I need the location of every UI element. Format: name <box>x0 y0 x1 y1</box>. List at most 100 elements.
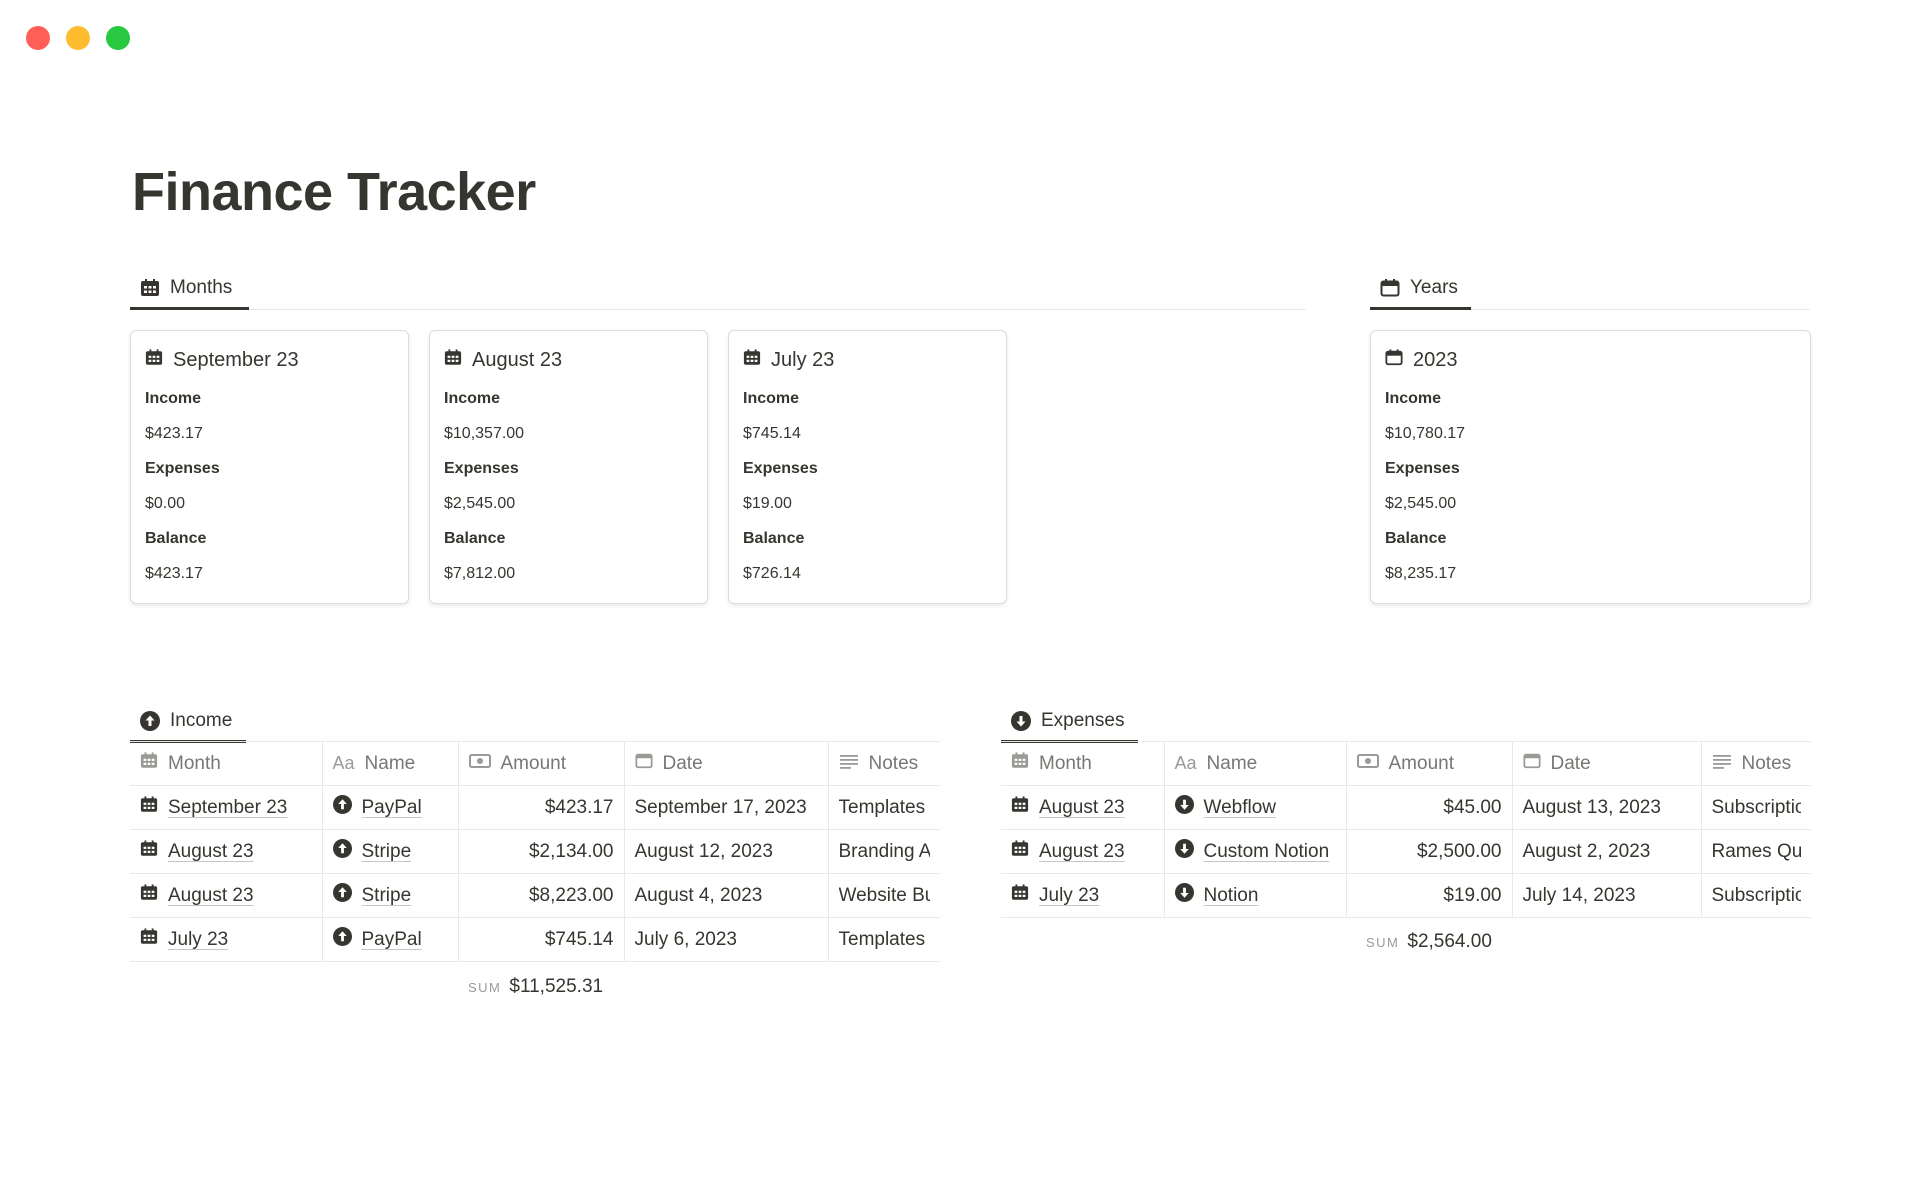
close-window-button[interactable] <box>26 26 50 50</box>
table-row[interactable]: July 23 PayPal $745.14 July 6, 2023 Temp… <box>130 917 940 962</box>
name-link[interactable]: Custom Notion <box>1204 841 1330 863</box>
column-header-date[interactable]: Date <box>624 741 829 786</box>
income-sum[interactable]: SUM $11,525.31 <box>468 976 603 998</box>
months-view-tabbar: Months <box>130 268 1306 310</box>
column-header-date[interactable]: Date <box>1512 741 1702 786</box>
month-cell[interactable]: August 23 <box>1001 785 1165 830</box>
name-cell[interactable]: Notion <box>1164 873 1347 918</box>
amount-cell[interactable]: $745.14 <box>458 917 625 962</box>
income-label: Income <box>145 390 202 407</box>
notes-cell[interactable]: Website Bu <box>828 873 940 918</box>
balance-value: $726.14 <box>743 565 801 582</box>
month-cell[interactable]: July 23 <box>1001 873 1165 918</box>
name-link[interactable]: PayPal <box>362 929 422 951</box>
month-link[interactable]: August 23 <box>1039 841 1125 863</box>
amount-cell[interactable]: $45.00 <box>1346 785 1513 830</box>
amount-cell[interactable]: $8,223.00 <box>458 873 625 918</box>
date-cell[interactable]: August 12, 2023 <box>624 829 829 874</box>
column-header-name[interactable]: Aa Name <box>322 741 459 786</box>
calendar-grid-icon <box>140 752 158 775</box>
tab-expenses[interactable]: Expenses <box>1001 701 1138 743</box>
expenses-sum[interactable]: SUM $2,564.00 <box>1366 931 1492 953</box>
date-cell[interactable]: August 2, 2023 <box>1512 829 1702 874</box>
date-cell[interactable]: July 14, 2023 <box>1512 873 1702 918</box>
date-cell[interactable]: July 6, 2023 <box>624 917 829 962</box>
month-link[interactable]: August 23 <box>168 841 254 863</box>
arrow-down-circle-icon <box>1174 883 1194 908</box>
month-link[interactable]: August 23 <box>168 885 254 907</box>
notes-cell[interactable]: Templates <box>828 917 940 962</box>
notes-cell[interactable]: Subscriptio <box>1701 785 1811 830</box>
column-header-month[interactable]: Month <box>130 741 323 786</box>
month-cell[interactable]: July 23 <box>130 917 323 962</box>
column-header-name[interactable]: Aa Name <box>1164 741 1347 786</box>
name-link[interactable]: Stripe <box>362 841 412 863</box>
tab-years-label: Years <box>1410 276 1458 298</box>
name-cell[interactable]: Custom Notion <box>1164 829 1347 874</box>
tab-years[interactable]: Years <box>1370 268 1471 310</box>
name-link[interactable]: Stripe <box>362 885 412 907</box>
zoom-window-button[interactable] <box>106 26 130 50</box>
column-label: Notes <box>868 752 919 774</box>
notes-text: Subscriptio <box>1711 796 1802 818</box>
month-card[interactable]: July 23 Income $745.14 Expenses $19.00 B… <box>728 330 1007 604</box>
date-cell[interactable]: August 4, 2023 <box>624 873 829 918</box>
month-card[interactable]: August 23 Income $10,357.00 Expenses $2,… <box>429 330 708 604</box>
name-cell[interactable]: Stripe <box>322 829 459 874</box>
date-cell[interactable]: September 17, 2023 <box>624 785 829 830</box>
calendar-grid-icon <box>1011 796 1029 819</box>
column-header-month[interactable]: Month <box>1001 741 1165 786</box>
year-card[interactable]: 2023 Income $10,780.17 Expenses $2,545.0… <box>1370 330 1811 604</box>
text-property-icon: Aa <box>1174 753 1197 773</box>
table-header-row: Month Aa Name Amount Date Notes <box>1001 741 1811 786</box>
month-cell[interactable]: August 23 <box>130 829 323 874</box>
table-row[interactable]: August 23 Custom Notion $2,500.00 August… <box>1001 829 1811 874</box>
month-link[interactable]: July 23 <box>1039 885 1099 907</box>
name-cell[interactable]: Stripe <box>322 873 459 918</box>
tab-income[interactable]: Income <box>130 701 246 743</box>
month-link[interactable]: September 23 <box>168 797 287 819</box>
table-row[interactable]: August 23 Stripe $2,134.00 August 12, 20… <box>130 829 940 874</box>
expenses-view-tabbar: Expenses <box>1001 700 1811 743</box>
amount-cell[interactable]: $2,500.00 <box>1346 829 1513 874</box>
month-cell[interactable]: September 23 <box>130 785 323 830</box>
name-cell[interactable]: Webflow <box>1164 785 1347 830</box>
amount-cell[interactable]: $19.00 <box>1346 873 1513 918</box>
month-link[interactable]: August 23 <box>1039 797 1125 819</box>
amount-cell[interactable]: $2,134.00 <box>458 829 625 874</box>
name-link[interactable]: PayPal <box>362 797 422 819</box>
notes-text: Rames Quir <box>1711 840 1802 862</box>
minimize-window-button[interactable] <box>66 26 90 50</box>
notes-cell[interactable]: Rames Quir <box>1701 829 1811 874</box>
table-row[interactable]: July 23 Notion $19.00 July 14, 2023 Subs… <box>1001 873 1811 918</box>
month-cell[interactable]: August 23 <box>1001 829 1165 874</box>
table-row[interactable]: September 23 PayPal $423.17 September 17… <box>130 785 940 830</box>
column-header-notes[interactable]: Notes <box>828 741 940 786</box>
name-cell[interactable]: PayPal <box>322 917 459 962</box>
name-cell[interactable]: PayPal <box>322 785 459 830</box>
notes-cell[interactable]: Branding Ar <box>828 829 940 874</box>
month-card[interactable]: September 23 Income $423.17 Expenses $0.… <box>130 330 409 604</box>
table-row[interactable]: August 23 Stripe $8,223.00 August 4, 202… <box>130 873 940 918</box>
name-link[interactable]: Notion <box>1204 885 1259 907</box>
amount-cell[interactable]: $423.17 <box>458 785 625 830</box>
balance-label: Balance <box>444 530 506 547</box>
column-header-notes[interactable]: Notes <box>1701 741 1811 786</box>
month-cell[interactable]: August 23 <box>130 873 323 918</box>
balance-value: $8,235.17 <box>1385 565 1457 582</box>
notes-cell[interactable]: Templates <box>828 785 940 830</box>
notes-cell[interactable]: Subscriptio <box>1701 873 1811 918</box>
column-header-amount[interactable]: Amount <box>1346 741 1513 786</box>
calendar-grid-icon <box>1011 840 1029 863</box>
table-row[interactable]: August 23 Webflow $45.00 August 13, 2023… <box>1001 785 1811 830</box>
calendar-grid-icon <box>140 928 158 951</box>
name-link[interactable]: Webflow <box>1204 797 1277 819</box>
month-link[interactable]: July 23 <box>168 929 228 951</box>
column-header-amount[interactable]: Amount <box>458 741 625 786</box>
expenses-value: $2,545.00 <box>444 495 516 512</box>
tab-months[interactable]: Months <box>130 268 249 310</box>
date-cell[interactable]: August 13, 2023 <box>1512 785 1702 830</box>
balance-label: Balance <box>145 530 207 547</box>
years-view-tabbar: Years <box>1370 268 1810 310</box>
balance-value: $7,812.00 <box>444 565 516 582</box>
